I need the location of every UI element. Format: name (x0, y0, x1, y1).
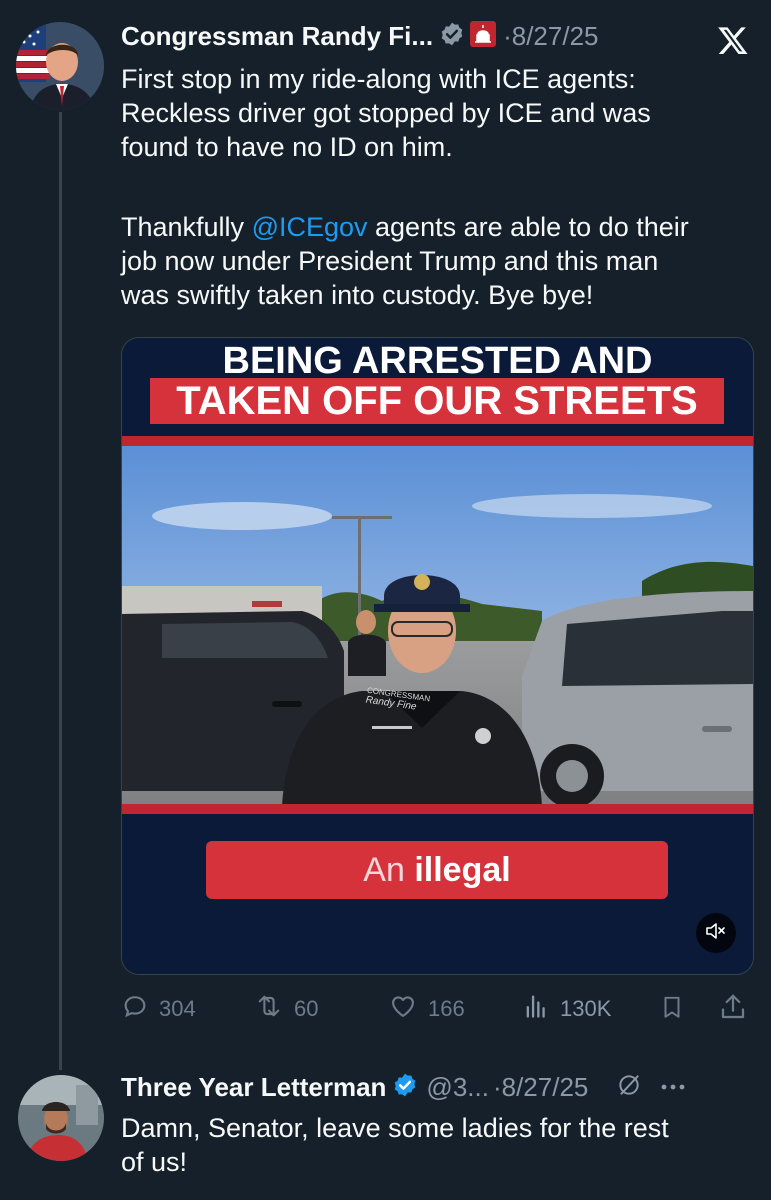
reply-text-line: Damn, Senator, leave some ladies for the… (121, 1113, 669, 1143)
mention-link[interactable]: @ICEgov (252, 212, 368, 242)
headline-line-2: TAKEN OFF OUR STREETS (150, 378, 724, 424)
verified-badge-icon (439, 21, 465, 52)
mute-icon (705, 921, 727, 946)
views-button[interactable]: 130K (522, 992, 611, 1026)
tweet-text-line: was swiftly taken into custody. Bye bye! (121, 280, 594, 310)
tweet-header: Congressman Randy Fi... · 8/27/25 (121, 20, 599, 53)
reply-date[interactable]: 8/27/25 (502, 1072, 589, 1103)
reply-body: Damn, Senator, leave some ladies for the… (121, 1111, 746, 1179)
text-fragment: agents are able to do their (367, 212, 689, 242)
like-icon (388, 992, 428, 1026)
tweet-text-line: Thankfully @ICEgov agents are able to do… (121, 210, 746, 244)
bookmark-button[interactable] (659, 992, 695, 1028)
reply-icon (121, 992, 159, 1026)
caption-word: illegal (414, 851, 511, 889)
like-button[interactable]: 166 (388, 992, 465, 1026)
video-media[interactable]: BEING ARRESTED AND TAKEN OFF OUR STREETS (121, 337, 754, 975)
reply-author-avatar[interactable] (18, 1075, 104, 1161)
share-button[interactable] (718, 992, 758, 1028)
reply-count: 304 (159, 996, 196, 1021)
more-icon[interactable] (660, 1078, 686, 1096)
headline-banner: BEING ARRESTED AND TAKEN OFF OUR STREETS (122, 338, 753, 446)
tweet-body-paragraph-2: Thankfully @ICEgov agents are able to do… (121, 210, 746, 312)
author-avatar[interactable] (16, 22, 104, 110)
red-divider (122, 804, 753, 814)
mute-button[interactable] (696, 913, 736, 953)
grok-icon[interactable] (616, 1072, 642, 1103)
tweet-text-line: Reckless driver got stopped by ICE and w… (121, 98, 651, 128)
verified-badge-icon (392, 1072, 418, 1103)
views-icon (522, 992, 560, 1026)
author-name[interactable]: Congressman Randy Fi... (121, 21, 433, 52)
views-count: 130K (560, 996, 612, 1021)
like-count: 166 (428, 996, 465, 1021)
tweet-text-line: found to have no ID on him. (121, 132, 453, 162)
caption-prefix: An (363, 851, 405, 889)
headline-line-1: BEING ARRESTED AND (222, 340, 653, 382)
reply-button[interactable]: 304 (121, 992, 196, 1026)
tweet-text-line: job now under President Trump and this m… (121, 246, 659, 276)
reply-header: Three Year Letterman @3... · 8/27/25 (121, 1069, 686, 1105)
tweet-text-line: First stop in my ride-along with ICE age… (121, 64, 636, 94)
reply-text-line: of us! (121, 1147, 188, 1177)
caption-pill: An illegal (206, 841, 668, 899)
text-fragment: Thankfully (121, 212, 252, 242)
tweet-date[interactable]: 8/27/25 (512, 21, 599, 52)
bookmark-icon (659, 992, 695, 1028)
video-frame: CONGRESSMAN Randy Fine (122, 446, 753, 806)
thread-line (59, 112, 62, 1070)
x-logo-icon (716, 24, 750, 61)
tweet-body: First stop in my ride-along with ICE age… (121, 62, 746, 164)
reply-author-name[interactable]: Three Year Letterman (121, 1072, 386, 1103)
red-divider (122, 436, 753, 446)
share-icon (718, 992, 758, 1028)
repost-button[interactable]: 60 (254, 992, 318, 1026)
capitol-affiliate-icon[interactable] (469, 20, 497, 53)
reply-handle[interactable]: @3... (426, 1072, 489, 1103)
repost-icon (254, 992, 294, 1026)
repost-count: 60 (294, 996, 319, 1021)
